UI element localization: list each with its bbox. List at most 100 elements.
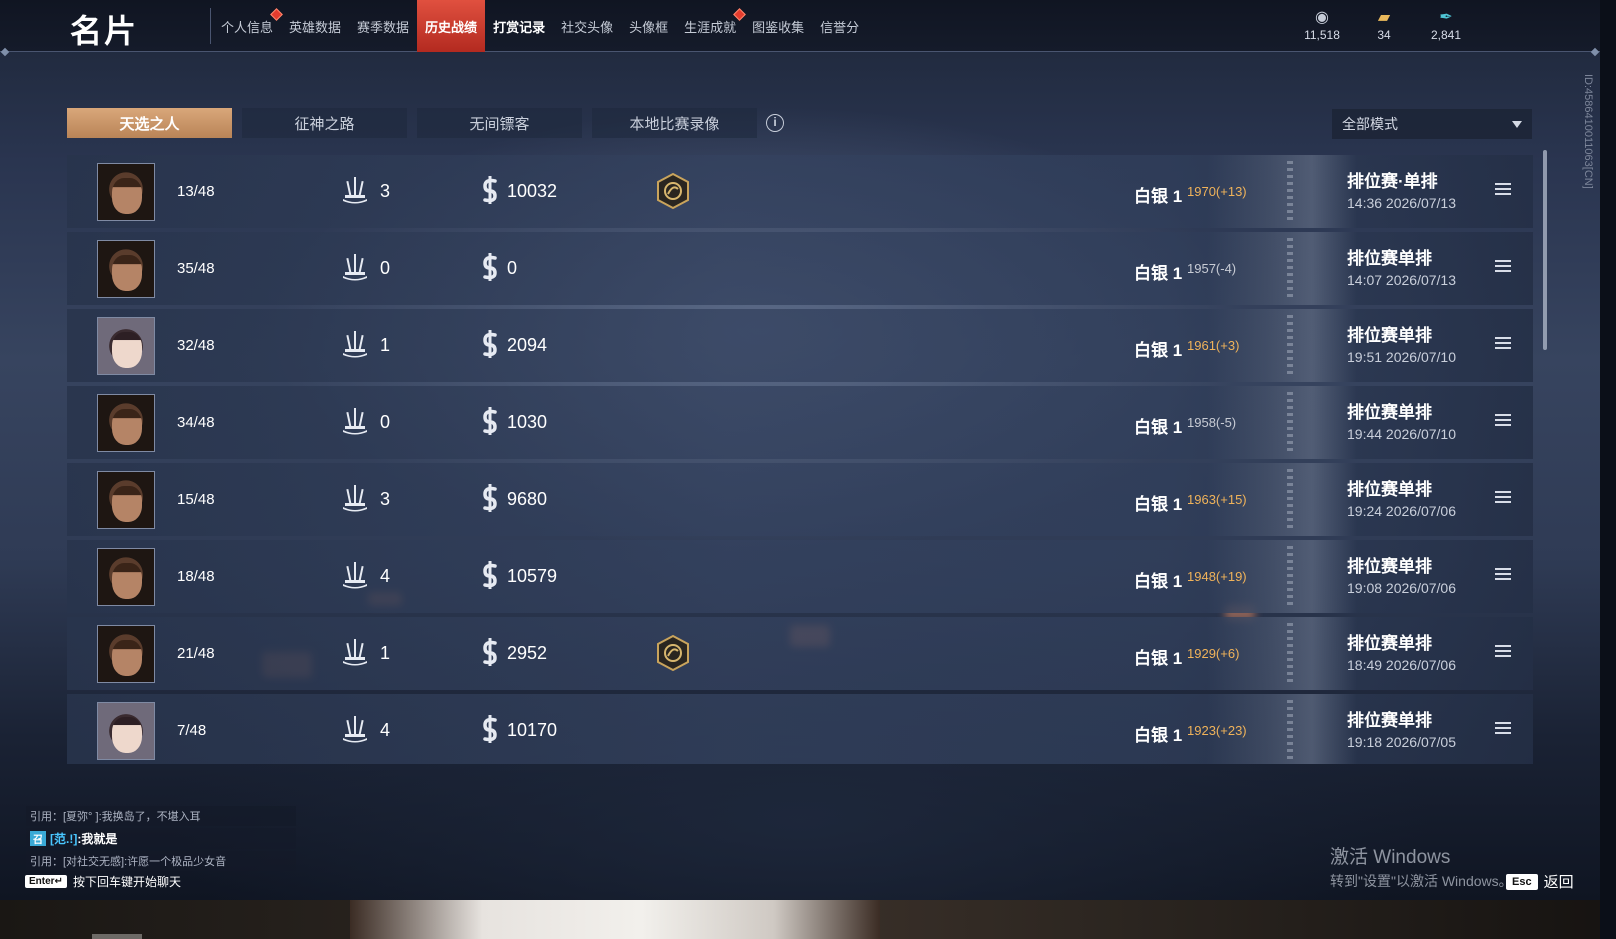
placement: 34/48 — [177, 414, 215, 431]
rank-score: 1957(-4) — [1187, 261, 1237, 276]
currency-value: 34 — [1377, 28, 1391, 42]
coin-icon — [483, 253, 497, 281]
player-id: ID:4586410011063[CN] — [1582, 74, 1594, 189]
hero-avatar — [97, 548, 155, 606]
mode-tab[interactable]: 天选之人 — [67, 108, 232, 138]
mode-tab[interactable]: 征神之路 — [242, 108, 407, 138]
kills-icon — [343, 716, 367, 743]
info-icon[interactable]: i — [766, 114, 784, 132]
match-row[interactable]: 13/48 3 10032 白银 1 1970(+13) 排位赛·单排 14:36 2026… — [67, 155, 1533, 228]
hero-face — [112, 640, 142, 676]
nav-tab[interactable]: 个人信息 — [213, 0, 283, 52]
rank-score: 1961(+3) — [1187, 338, 1240, 353]
hero-face — [112, 409, 142, 445]
placement: 15/48 — [177, 491, 215, 508]
coin-count: 10170 — [507, 720, 558, 740]
chat-nickname[interactable]: [范.!] — [50, 832, 77, 846]
divider — [92, 934, 142, 939]
kill-count: 0 — [380, 258, 391, 278]
match-time: 19:24 2026/07/06 — [1347, 503, 1456, 519]
nav-tab[interactable]: 生涯成就 — [676, 0, 746, 52]
currency-value: 2,841 — [1430, 28, 1462, 42]
hero-face — [112, 563, 142, 599]
menu-line — [1495, 578, 1511, 580]
nav-tab[interactable]: 英雄数据 — [281, 0, 349, 52]
match-mode: 排位赛单排 — [1347, 711, 1432, 730]
currency-bar: ◉ 11,518 ▰ 34 ✒ 2,841 — [1300, 8, 1468, 42]
details-menu-icon[interactable] — [1495, 337, 1511, 351]
chat-hint[interactable]: Enter↵ 按下回车键开始聊天 — [25, 873, 181, 890]
match-time: 19:51 2026/07/10 — [1347, 349, 1456, 365]
rank-tier: 白银 1 — [1134, 495, 1183, 514]
nav-tab[interactable]: 头像框 — [621, 0, 676, 52]
match-row[interactable]: 21/48 1 2952 白银 1 1929(+6) 排位赛单排 18:49 2026/07… — [67, 617, 1533, 690]
details-menu-icon[interactable] — [1495, 260, 1511, 274]
nav-tab[interactable]: 历史战绩 — [417, 0, 486, 52]
placement: 13/48 — [177, 183, 215, 200]
kill-count: 4 — [380, 720, 391, 740]
details-menu-icon[interactable] — [1495, 722, 1511, 736]
match-mode: 排位赛单排 — [1347, 249, 1432, 268]
coin-count: 9680 — [507, 489, 548, 509]
kill-count: 0 — [380, 412, 391, 432]
kills-icon — [343, 408, 367, 435]
mode-filter-value: 全部模式 — [1342, 116, 1398, 132]
nav-tab[interactable]: 赛季数据 — [349, 0, 417, 52]
coin-count: 2094 — [507, 335, 548, 355]
menu-line — [1495, 193, 1511, 195]
menu-line — [1495, 183, 1511, 185]
hero-avatar — [97, 163, 155, 221]
match-row[interactable]: 32/48 1 2094 白银 1 1961(+3) 排位赛单排 19:51 2026/07… — [67, 309, 1533, 382]
watermark-line1: 激活 Windows — [1330, 847, 1451, 868]
details-menu-icon[interactable] — [1495, 183, 1511, 197]
details-menu-icon[interactable] — [1495, 414, 1511, 428]
rank-tier: 白银 1 — [1134, 418, 1183, 437]
menu-line — [1495, 655, 1511, 657]
nav-tab[interactable]: 信誉分 — [812, 0, 867, 52]
hero-face — [112, 332, 142, 368]
window-edge — [1600, 0, 1616, 939]
match-row[interactable]: 15/48 3 9680 白银 1 1963(+15) 排位赛单排 19:24 2026/0… — [67, 463, 1533, 536]
nav-tab[interactable]: 图鉴收集 — [744, 0, 812, 52]
back-button[interactable]: Esc 返回 — [1506, 871, 1574, 892]
mode-filter-select[interactable]: 全部模式 — [1332, 109, 1532, 139]
menu-line — [1495, 347, 1511, 349]
menu-line — [1495, 501, 1511, 503]
details-menu-icon[interactable] — [1495, 645, 1511, 659]
mode-tab[interactable]: 无间镖客 — [417, 108, 582, 138]
match-mode: 排位赛单排 — [1347, 557, 1432, 576]
nav-tab[interactable]: 打赏记录 — [485, 0, 553, 52]
menu-line — [1495, 419, 1511, 421]
mode-tab[interactable]: 本地比赛录像 — [592, 108, 757, 138]
match-row[interactable]: 35/48 0 0 白银 1 1957(-4) 排位赛单排 14:07 2026/07/13 — [67, 232, 1533, 305]
currency-item: ▰ 34 — [1362, 8, 1406, 42]
top-bar: 名片 个人信息 英雄数据 赛季数据 历史战绩 打赏记录 社交头像 头像框 生涯成就 图鉴收集 信誉… — [0, 0, 1600, 57]
coin-count: 2952 — [507, 643, 548, 663]
details-menu-icon[interactable] — [1495, 568, 1511, 582]
chevron-down-icon — [1512, 121, 1522, 128]
coin-icon — [483, 484, 497, 512]
match-row[interactable]: 34/48 0 1030 白银 1 1958(-5) 排位赛单排 19:44 2026/07… — [67, 386, 1533, 459]
match-mode: 排位赛单排 — [1347, 403, 1432, 422]
achievement-badge-icon[interactable] — [655, 172, 691, 210]
match-row[interactable]: 18/48 4 10579 白银 1 1948(+19) 排位赛单排 19:08 2026/… — [67, 540, 1533, 613]
nav-tab[interactable]: 社交头像 — [553, 0, 621, 52]
match-time: 14:07 2026/07/13 — [1347, 272, 1456, 288]
match-row[interactable]: 7/48 4 10170 白银 1 1923(+23) 排位赛单排 19:18 2026/0… — [67, 694, 1533, 764]
match-mode: 排位赛单排 — [1347, 326, 1432, 345]
scrollbar[interactable] — [1543, 150, 1547, 350]
gold-ticket-icon: ▰ — [1377, 9, 1391, 26]
menu-line — [1495, 265, 1511, 267]
chat-message: 召 [范.!]:我就是 — [26, 828, 296, 849]
hero-avatar — [97, 625, 155, 683]
match-mode: 排位赛·单排 — [1347, 172, 1438, 191]
kills-icon — [343, 177, 367, 204]
match-mode: 排位赛单排 — [1347, 634, 1432, 653]
achievement-badge-icon[interactable] — [655, 634, 691, 672]
coin-icon — [483, 715, 497, 743]
details-menu-icon[interactable] — [1495, 491, 1511, 505]
match-time: 18:49 2026/07/06 — [1347, 657, 1456, 673]
menu-line — [1495, 342, 1511, 344]
match-time: 19:44 2026/07/10 — [1347, 426, 1456, 442]
windows-watermark: 激活 Windows 转到"设置"以激活 Windows。 — [1330, 842, 1513, 891]
